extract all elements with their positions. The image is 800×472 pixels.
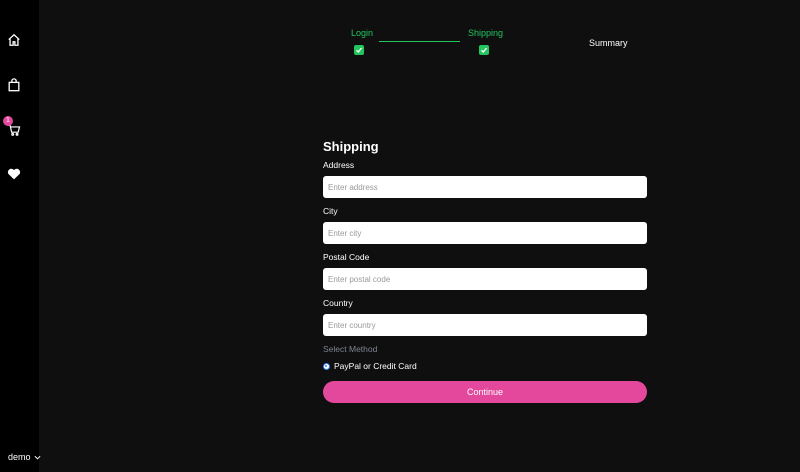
postal-code-label: Postal Code <box>323 252 370 262</box>
city-input[interactable] <box>323 222 647 244</box>
address-field-group: Address <box>323 160 647 198</box>
step-login-check-icon <box>354 45 364 55</box>
continue-button[interactable]: Continue <box>323 381 647 403</box>
postal-code-input[interactable] <box>323 268 647 290</box>
city-field-group: City <box>323 206 647 244</box>
heart-icon[interactable] <box>6 166 22 182</box>
payment-radio[interactable] <box>323 362 330 370</box>
postal-code-field-group: Postal Code <box>323 252 647 290</box>
chevron-down-icon <box>34 455 41 460</box>
checkout-steps: Login Shipping Summary <box>340 24 640 64</box>
address-input[interactable] <box>323 176 647 198</box>
sidebar: 1 demo <box>0 0 41 472</box>
cart-badge: 1 <box>3 116 13 126</box>
home-icon[interactable] <box>6 32 22 48</box>
cart-icon[interactable]: 1 <box>3 116 22 138</box>
step-login[interactable]: Login <box>351 28 373 38</box>
country-field-group: Country <box>323 298 647 336</box>
shipping-form: Shipping Address City Postal Code Countr… <box>323 138 647 403</box>
step-summary[interactable]: Summary <box>589 38 628 48</box>
user-menu[interactable]: demo <box>8 452 41 462</box>
city-label: City <box>323 206 338 216</box>
step-connector <box>379 41 460 42</box>
shopping-bag-icon[interactable] <box>6 77 22 93</box>
payment-method-label: PayPal or Credit Card <box>334 361 417 371</box>
step-shipping-check-icon <box>479 45 489 55</box>
address-label: Address <box>323 160 355 170</box>
form-title: Shipping <box>323 139 379 154</box>
user-name: demo <box>8 452 31 462</box>
step-shipping[interactable]: Shipping <box>468 28 503 38</box>
country-input[interactable] <box>323 314 647 336</box>
country-label: Country <box>323 298 353 308</box>
payment-method-option[interactable]: PayPal or Credit Card <box>323 361 647 371</box>
select-method-label: Select Method <box>323 344 378 354</box>
